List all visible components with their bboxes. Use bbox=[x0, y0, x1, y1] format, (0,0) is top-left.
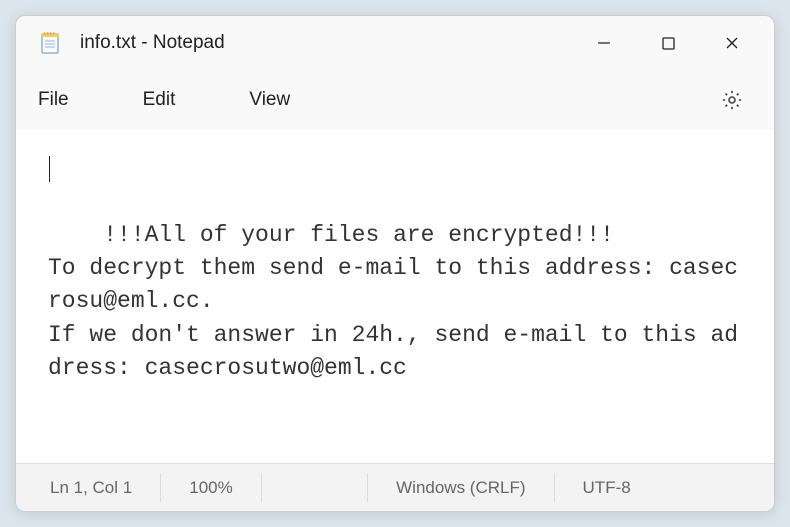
menu-edit[interactable]: Edit bbox=[143, 81, 208, 119]
notepad-window: info.txt - Notepad File Edit View bbox=[15, 15, 775, 512]
status-encoding: UTF-8 bbox=[555, 473, 659, 501]
status-zoom[interactable]: 100% bbox=[161, 473, 261, 501]
settings-button[interactable] bbox=[712, 80, 752, 120]
menu-view[interactable]: View bbox=[249, 81, 322, 119]
maximize-button[interactable] bbox=[636, 16, 700, 70]
text-editor-area[interactable]: !!!All of your files are encrypted!!! To… bbox=[16, 130, 774, 463]
document-text: !!!All of your files are encrypted!!! To… bbox=[48, 222, 738, 381]
close-button[interactable] bbox=[700, 16, 764, 70]
notepad-app-icon bbox=[38, 31, 62, 55]
menu-file[interactable]: File bbox=[38, 81, 101, 119]
titlebar: info.txt - Notepad bbox=[16, 16, 774, 70]
window-controls bbox=[572, 16, 764, 70]
minimize-button[interactable] bbox=[572, 16, 636, 70]
status-line-ending: Windows (CRLF) bbox=[368, 473, 554, 501]
status-cursor-position: Ln 1, Col 1 bbox=[16, 473, 161, 501]
status-spacer bbox=[262, 473, 368, 501]
statusbar: Ln 1, Col 1 100% Windows (CRLF) UTF-8 bbox=[16, 463, 774, 511]
text-caret bbox=[49, 156, 50, 182]
window-title: info.txt - Notepad bbox=[80, 32, 572, 54]
menubar: File Edit View bbox=[16, 70, 774, 130]
